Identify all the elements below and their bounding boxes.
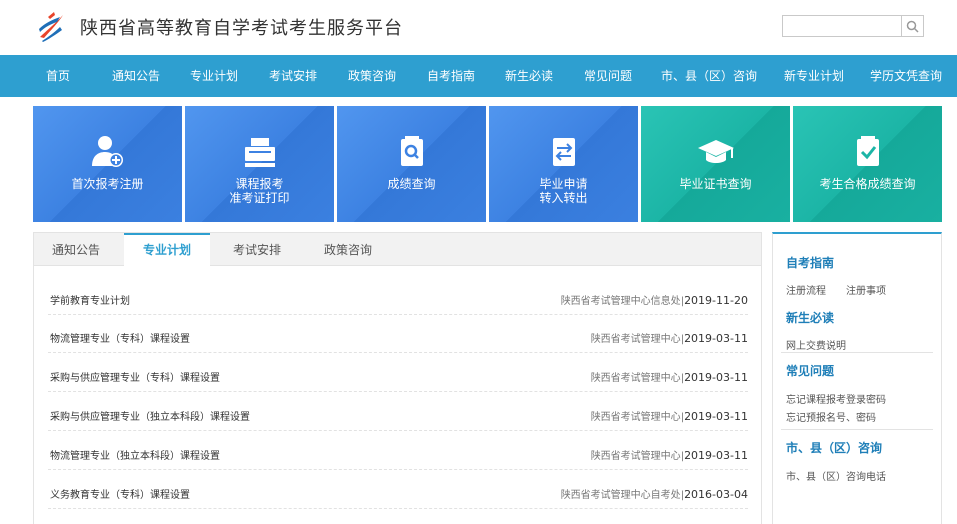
tile-qualified-score-query[interactable]: 考生合格成绩查询 [793,106,942,222]
tile-label-sub: 准考证打印 [229,191,290,205]
list-item-meta: 陕西省考试管理中心|2019-03-11 [590,332,748,345]
tile-label: 毕业申请 [539,177,588,191]
sidebar: 自考指南 注册流程 注册事项 新生必读 网上交费说明 常见问题 忘记课程报考登录… [772,232,942,524]
list-item: 物流管理专业（专科）课程设置 陕西省考试管理中心|2019-03-11 [48,319,748,353]
nav-item-faq[interactable]: 常见问题 [584,55,632,97]
search-icon [906,20,919,33]
list-item-source: 陕西省考试管理中心 [590,334,681,345]
user-plus-icon [91,136,123,167]
printer-icon [244,138,275,167]
tile-label: 课程报考 [235,177,284,191]
sidebar-divider [781,429,933,430]
list-item-title[interactable]: 采购与供应管理专业（专科）课程设置 [50,369,220,384]
search-doc-icon [400,136,423,166]
site-header: 陕西省高等教育自学考试考生服务平台 [0,0,957,55]
list-item-meta: 陕西省考试管理中心自考处|2016-03-04 [560,488,748,501]
list-item-source: 陕西省考试管理中心自考处 [560,490,681,501]
sidebar-link-county-phone[interactable]: 市、县（区）咨询电话 [786,468,886,483]
list-item-source: 陕西省考试管理中心 [590,451,681,462]
list-item-date: 2019-03-11 [684,449,748,462]
list-item: 物流管理专业（独立本科段）课程设置 陕西省考试管理中心|2019-03-11 [48,436,748,470]
check-clipboard-icon [856,136,879,166]
list-item-source: 陕西省考试管理中心 [590,412,681,423]
transfer-icon [552,138,575,166]
sidebar-link-forgot-prereg[interactable]: 忘记预报名号、密码 [786,409,876,424]
sidebar-link-forgot-password[interactable]: 忘记课程报考登录密码 [786,391,886,406]
tile-label: 首次报考注册 [71,177,144,191]
search-box [782,15,924,37]
nav-item-notices[interactable]: 通知公告 [112,55,160,97]
logo-icon [39,12,63,42]
list-item-meta: 陕西省考试管理中心|2019-03-11 [590,410,748,423]
list-item: 采购与供应管理专业（专科）课程设置 陕西省考试管理中心|2019-03-11 [48,358,748,392]
list-item-date: 2019-03-11 [684,332,748,345]
nav-item-policy[interactable]: 政策咨询 [348,55,396,97]
list-item-date: 2016-03-04 [684,488,748,501]
sidebar-heading-county[interactable]: 市、县（区）咨询 [786,439,882,456]
list-item-title[interactable]: 学前教育专业计划 [50,292,130,307]
sidebar-link-registration-process[interactable]: 注册流程 [786,282,826,297]
list-item: 学前教育专业计划 陕西省考试管理中心信息处|2019-11-20 [48,281,748,315]
content-panel: 通知公告 专业计划 考试安排 政策咨询 学前教育专业计划 陕西省考试管理中心信息… [33,232,762,524]
sidebar-link-payment[interactable]: 网上交费说明 [786,337,846,352]
tile-label-sub: 转入转出 [539,191,588,205]
main-nav: 首页 通知公告 专业计划 考试安排 政策咨询 自考指南 新生必读 常见问题 市、… [0,55,957,97]
sidebar-heading-newbie[interactable]: 新生必读 [786,309,834,326]
tab-notices[interactable]: 通知公告 [52,233,100,266]
sidebar-link-registration-notes[interactable]: 注册事项 [846,282,886,297]
list-item-meta: 陕西省考试管理中心信息处|2019-11-20 [560,294,748,307]
sidebar-heading-guide[interactable]: 自考指南 [786,254,834,271]
tile-diploma-query[interactable]: 毕业证书查询 [641,106,790,222]
list-item-source: 陕西省考试管理中心 [590,373,681,384]
tab-exam-schedule[interactable]: 考试安排 [233,233,281,266]
list-item: 采购与供应管理专业（独立本科段）课程设置 陕西省考试管理中心|2019-03-1… [48,397,748,431]
site-title: 陕西省高等教育自学考试考生服务平台 [80,18,403,39]
sidebar-divider [781,352,933,353]
nav-item-county[interactable]: 市、县（区）咨询 [661,55,757,97]
tab-bar: 通知公告 专业计划 考试安排 政策咨询 [34,233,761,267]
nav-item-exam-schedule[interactable]: 考试安排 [269,55,317,97]
list-item: 义务教育专业（专科）课程设置 陕西省考试管理中心自考处|2016-03-04 [48,475,748,509]
list-item-title[interactable]: 物流管理专业（专科）课程设置 [50,330,190,345]
list-item-title[interactable]: 物流管理专业（独立本科段）课程设置 [50,447,220,462]
nav-item-diploma-query[interactable]: 学历文凭查询 [870,55,942,97]
list-item-meta: 陕西省考试管理中心|2019-03-11 [590,449,748,462]
list-item-source: 陕西省考试管理中心信息处 [560,296,681,307]
graduation-cap-icon [697,140,734,163]
tile-score-query[interactable]: 成绩查询 [337,106,486,222]
search-input[interactable] [783,16,901,36]
nav-item-home[interactable]: 首页 [46,55,70,97]
list-item-date: 2019-11-20 [684,294,748,307]
list-item-title[interactable]: 采购与供应管理专业（独立本科段）课程设置 [50,408,250,423]
nav-item-guide[interactable]: 自考指南 [427,55,475,97]
search-button[interactable] [901,16,923,36]
nav-item-major-plans[interactable]: 专业计划 [190,55,238,97]
tile-graduation-apply[interactable]: 毕业申请 转入转出 [489,106,638,222]
sidebar-heading-faq[interactable]: 常见问题 [786,362,834,379]
list-item-date: 2019-03-11 [684,371,748,384]
tab-policy[interactable]: 政策咨询 [324,233,372,266]
list-item-title[interactable]: 义务教育专业（专科）课程设置 [50,486,190,501]
nav-item-newbie[interactable]: 新生必读 [505,55,553,97]
tile-label: 考生合格成绩查询 [819,177,916,191]
list-item-date: 2019-03-11 [684,410,748,423]
tile-course-registration[interactable]: 课程报考 准考证打印 [185,106,334,222]
tile-first-registration[interactable]: 首次报考注册 [33,106,182,222]
tile-label: 成绩查询 [387,177,436,191]
tile-label: 毕业证书查询 [679,177,752,191]
tab-major-plans[interactable]: 专业计划 [124,233,210,267]
list-item-meta: 陕西省考试管理中心|2019-03-11 [590,371,748,384]
nav-item-new-majors[interactable]: 新专业计划 [784,55,844,97]
